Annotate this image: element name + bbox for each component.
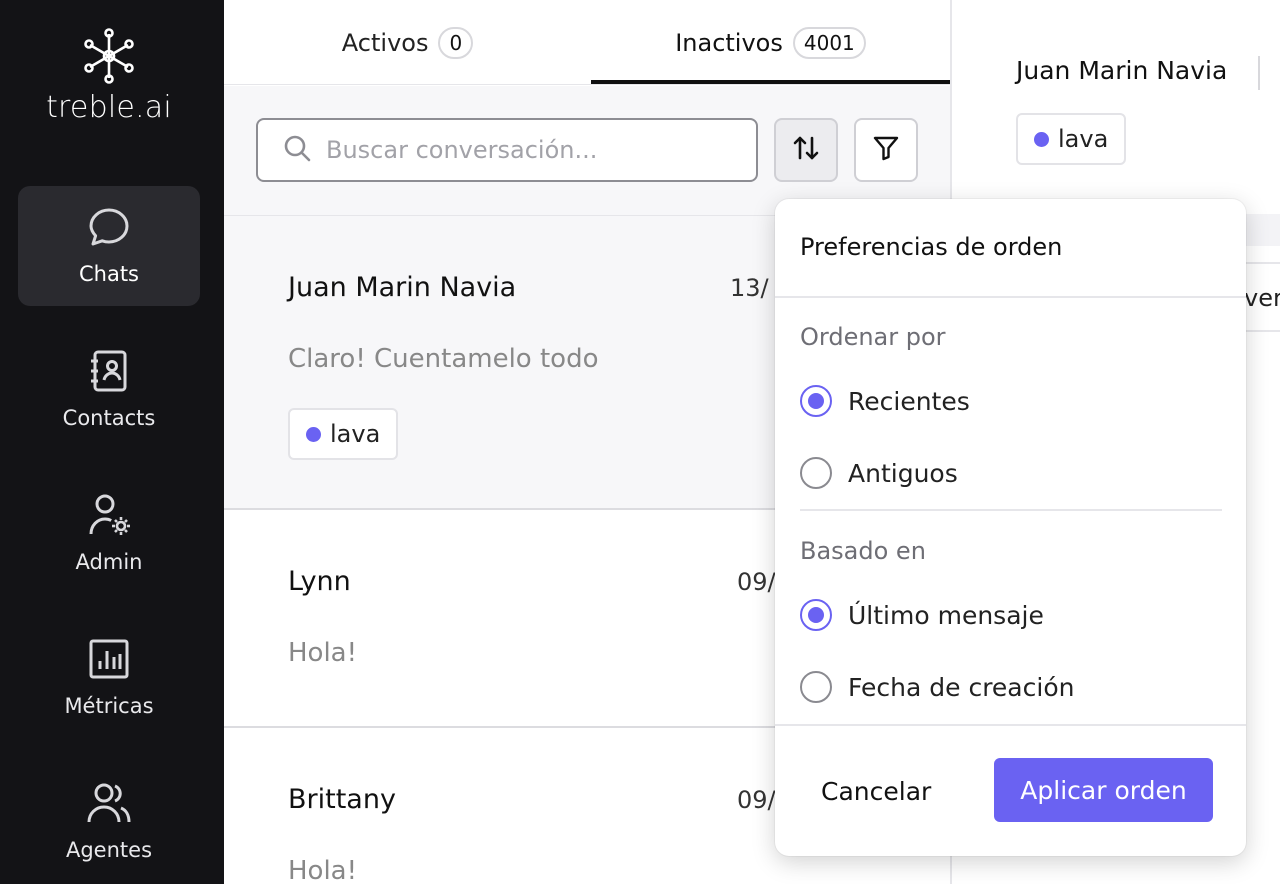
radio-button[interactable] [800,671,832,703]
sort-button[interactable] [774,118,838,182]
radio-label: Último mensaje [848,600,1044,630]
tab-label: Activos [341,28,429,57]
radio-ultimo-mensaje[interactable]: Último mensaje [800,599,1044,631]
tab-inactivos[interactable]: Inactivos 4001 [591,0,950,85]
conversation-name: Juan Marin Navia [288,272,517,303]
sidebar-item-admin[interactable]: Admin [18,474,200,594]
radio-label: Recientes [848,386,970,416]
radio-label: Fecha de creación [848,672,1075,702]
sort-preferences-popover: Preferencias de orden Ordenar por Recien… [775,199,1246,856]
brand[interactable]: treble.ai [0,28,218,125]
tag-color-dot [306,426,321,442]
apply-sort-button[interactable]: Aplicar orden [994,758,1213,822]
sidebar-item-label: Agentes [65,838,153,862]
tag-label: lava [330,420,381,448]
order-by-label: Ordenar por [800,323,946,351]
tag-color-dot [1034,131,1049,147]
sidebar-item-label: Chats [78,262,140,286]
radio-button[interactable] [800,385,832,417]
brand-name: treble.ai [46,90,172,125]
header-divider [1258,56,1260,90]
radio-button[interactable] [800,599,832,631]
sidebar-item-agentes[interactable]: Agentes [18,762,200,882]
sort-arrows-icon [791,133,821,167]
search-input[interactable] [326,136,726,164]
filter-funnel-icon [872,134,900,166]
conversation-preview: Claro! Cuentamelo todo [288,344,599,374]
popover-divider [775,296,1246,298]
active-tab-indicator [591,80,950,84]
sidebar-item-label: Métricas [64,694,154,718]
detail-contact-name: Juan Marin Navia [1016,56,1228,85]
cancel-button[interactable]: Cancelar [821,759,931,823]
user-gear-icon [18,492,200,538]
conversation-date: 13/ [730,274,769,302]
filter-button[interactable] [854,118,918,182]
based-on-label: Basado en [800,537,926,565]
radio-label: Antiguos [848,458,958,488]
popover-footer-divider [775,724,1246,726]
conversation-preview: Hola! [288,638,358,668]
conversation-name: Brittany [288,784,396,815]
section-divider [800,509,1222,511]
sidebar-item-label: Contacts [62,406,156,430]
status-tabs: Activos 0 Inactivos 4001 [224,0,950,85]
search-toolbar [224,86,950,216]
tab-count-badge: 4001 [792,26,866,59]
conversation-name: Lynn [288,566,351,597]
conversation-date: 09/ [737,786,776,814]
search-box [256,118,758,182]
detail-tab-label[interactable]: vers [1244,284,1280,312]
radio-button[interactable] [800,457,832,489]
search-icon [258,133,312,167]
sidebar: treble.ai Chats Contacts Admin Métricas … [0,0,224,884]
chat-bubble-icon [18,204,200,250]
tab-count-badge: 0 [438,26,474,59]
tab-label: Inactivos [675,28,783,57]
detail-tag: lava [1016,113,1127,165]
conversation-date: 09/ [737,568,776,596]
radio-antiguos[interactable]: Antiguos [800,457,958,489]
sidebar-item-contacts[interactable]: Contacts [18,330,200,450]
sidebar-item-metricas[interactable]: Métricas [18,618,200,738]
radio-fecha-creacion[interactable]: Fecha de creación [800,671,1074,703]
users-icon [18,780,200,826]
radio-recientes[interactable]: Recientes [800,385,970,417]
bar-chart-icon [18,636,200,682]
tab-activos[interactable]: Activos 0 [224,0,591,85]
conversation-preview: Hola! [288,856,358,884]
sidebar-item-label: Admin [75,550,143,574]
tag-label: lava [1058,125,1109,153]
sidebar-item-chats[interactable]: Chats [18,186,200,306]
conversation-tag: lava [288,408,399,460]
network-logo-icon [0,28,218,84]
popover-title: Preferencias de orden [800,233,1063,261]
contact-card-icon [18,348,200,394]
